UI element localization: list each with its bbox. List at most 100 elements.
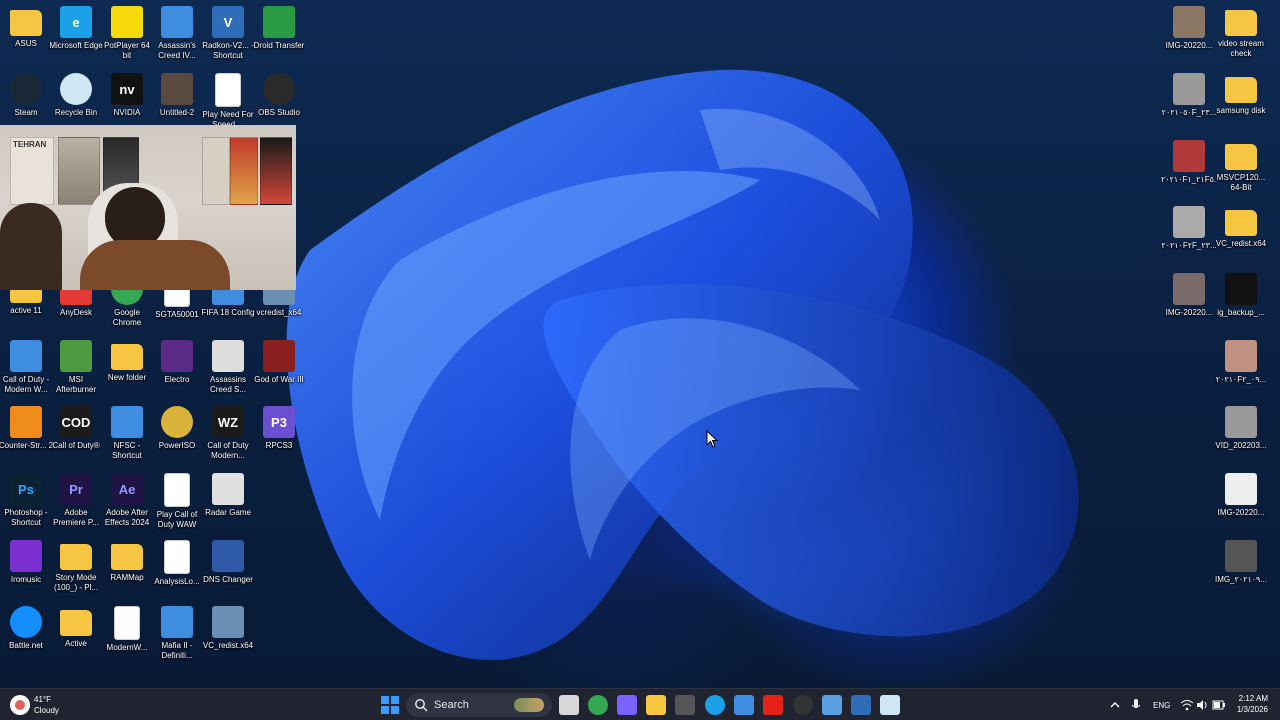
desktop-icon-left[interactable]: V Radkon-V2... - Shortcut [202,4,254,70]
document-icon [164,540,190,574]
desktop-icon-left[interactable]: Ae Adobe After Effects 2024 [101,471,153,537]
second-person [0,203,62,290]
desktop-icon-right[interactable]: ٢٠٢١٠F٠٩_٢... [1215,338,1267,404]
desktop-icon-left[interactable]: P3 RPCS3 [253,404,305,470]
window-icon[interactable] [880,695,900,715]
poster [260,137,292,205]
language-indicator[interactable]: ENG [1153,701,1170,710]
weather-icon [15,700,25,710]
desktop-icon-left[interactable]: MSI Afterburner [50,338,102,404]
desktop-icon-left[interactable]: Radar Game [202,471,254,537]
desktop-icon-right[interactable]: IMG-20220... [1215,471,1267,537]
volume-icon[interactable] [1196,699,1208,711]
desktop-icon-left[interactable]: Active [50,604,102,670]
desktop-icon-label: Assassins Creed S... [209,375,246,394]
desktop-icon-label: active 11 [10,306,42,315]
file-explorer-icon[interactable] [646,695,666,715]
desktop-icon-left[interactable]: ASUS [0,4,52,70]
desktop-icon-left[interactable]: Story Mode (100_) - Pl... [50,538,102,604]
edge-icon: e [60,6,92,38]
edge-icon[interactable] [705,695,725,715]
desktop-icon-left[interactable]: ModernW... [101,604,153,670]
task-view-icon[interactable] [559,695,579,715]
nvidia-icon: nv [111,73,143,105]
desktop-icon-label: Iromusic [10,575,42,584]
desktop-icon-left[interactable]: RAMMap [101,538,153,604]
desktop-icon-right[interactable]: ٢٠٢١٠F٢١_١F٥... [1161,138,1217,204]
warzone-icon: WZ [212,406,244,438]
weather-widget[interactable] [10,695,30,715]
desktop-icon-left[interactable]: DNS Changer [202,538,254,604]
desktop-icon-right[interactable]: MSVCP120... 64-Bit [1215,138,1267,204]
desktop-icon-left[interactable]: Assassin's Creed IV... [151,4,203,70]
desktop-icon-left[interactable]: Mafia II - Definiti... [151,604,203,670]
pin-icon[interactable] [675,695,695,715]
desktop-icon-left[interactable]: Electro [151,338,203,404]
desktop-icon-left[interactable]: Droid Transfer [253,4,305,70]
desktop-icon-label: AnyDesk [59,308,92,317]
obs-icon[interactable] [793,695,813,715]
desktop-icon-label: Counter-Str... 2 [0,441,54,450]
chevron-up-icon[interactable] [1109,699,1121,711]
desktop-icon-left[interactable]: COD Call of Duty® [50,404,102,470]
desktop-icon-left[interactable]: e Microsoft Edge [49,4,103,70]
desktop-icon-left[interactable]: NFSC - Shortcut [101,404,153,470]
desktop-icon-left[interactable]: VC_redist.x64 [202,604,254,670]
desktop-icon-left[interactable]: AnalysisLo... [151,538,203,604]
video-icon [1173,206,1205,238]
desktop-icon-label: RPCS3 [265,441,293,450]
desktop-icon-label: Active [65,639,87,648]
desktop-icon-left[interactable]: WZ Call of Duty Modern... [202,404,254,470]
start-button[interactable] [380,695,400,715]
desktop-icon-right[interactable]: ٢٠٢١٠٥٠F_٢٣... [1162,71,1216,137]
desktop-icon-right[interactable]: VC_redist.x64 [1215,204,1267,270]
battery-icon[interactable] [1212,699,1226,711]
desktop-icon-right[interactable]: video stream check [1215,4,1267,70]
image-file-icon [161,73,193,105]
msi-icon [60,340,92,372]
desktop-icon-left[interactable]: God of War III [253,338,305,404]
clock-date[interactable]: 1/3/2026 [1234,705,1268,714]
desktop-icon-right[interactable]: samsung disk [1215,71,1267,137]
taskbar-search[interactable]: Search [406,693,552,717]
desktop-icon-left[interactable]: Pr Adobe Premiere P... [50,471,102,537]
desktop-icon-right[interactable]: VID_202203... [1215,404,1267,470]
desktop-icon-left[interactable]: PotPlayer 64 bit [101,4,153,70]
desktop-icon-label: VC_redist.x64 [1215,239,1267,248]
desktop-icon-left[interactable]: PowerISO [151,404,203,470]
store-icon[interactable] [734,695,754,715]
windows-logo-icon [381,696,399,714]
desktop-icon-left[interactable]: Call of Duty - Modern W... [0,338,52,404]
desktop-icon-label: Call of Duty® [52,441,100,450]
desktop-icon-right[interactable]: IMG_٢٠٢١٠٩... [1215,538,1267,604]
desktop-icon-left[interactable]: New folder [101,338,153,404]
desktop-icon-label: Story Mode (100_) - Pl... [53,573,98,592]
desktop-icon-left[interactable]: Assassins Creed S... [202,338,254,404]
youtube-icon[interactable] [763,695,783,715]
iromusic-icon [10,540,42,572]
chrome-icon[interactable] [588,695,608,715]
microphone-icon[interactable] [1130,698,1142,712]
desktop-icon-label: Adobe After Effects 2024 [104,508,150,527]
copilot-icon[interactable] [617,695,637,715]
desktop-icon-right[interactable]: ٢٠٢١٠F٢F_٢٣... [1161,204,1217,270]
desktop-icon-label: ASUS [15,39,37,48]
radar-icon [212,473,244,505]
desktop-icon-label: IMG-20220... [1165,41,1213,50]
desktop-icon-left[interactable]: Ps Photoshop - Shortcut [0,471,52,537]
desktop-icon-left[interactable]: Play Call of Duty WAW [151,471,203,537]
search-label: Search [434,699,469,711]
desktop-icon-right[interactable]: ig_backup_... [1215,271,1267,337]
desktop-icon-left[interactable]: Battle.net [0,604,52,670]
desktop-icon-left[interactable]: Counter-Str... 2 [0,404,54,470]
monitor-icon[interactable] [822,695,842,715]
wifi-icon[interactable] [1180,699,1194,711]
mouse-cursor-icon [706,430,718,448]
desktop-icon-left[interactable]: Iromusic [0,538,52,604]
desktop-icon-right[interactable]: IMG-20220... [1163,271,1215,337]
photo-icon [1173,273,1205,305]
clock-time[interactable]: 2:12 AM [1238,694,1268,703]
desktop-icon-right[interactable]: IMG-20220... [1163,4,1215,70]
radkon-icon[interactable] [851,695,871,715]
dark-file-icon [1225,273,1257,305]
